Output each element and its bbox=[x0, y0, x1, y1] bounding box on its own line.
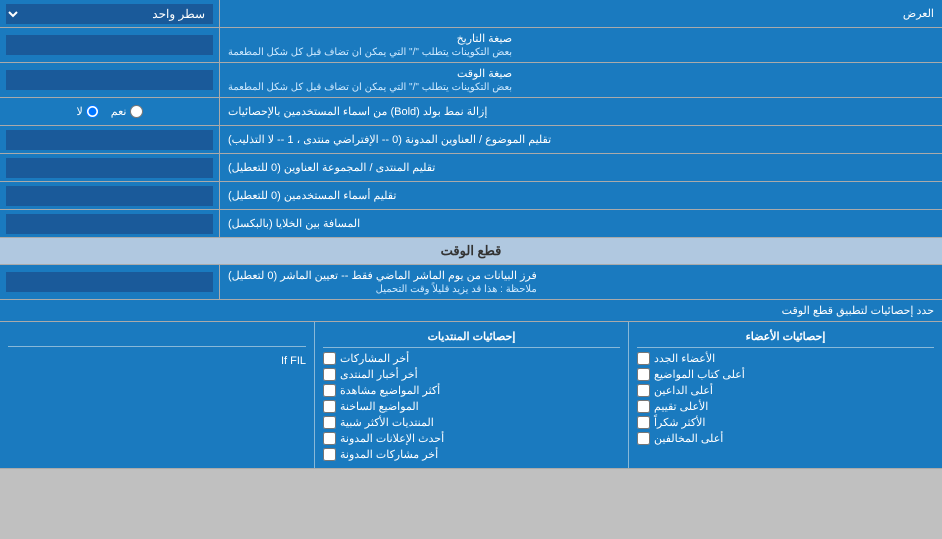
date-format-row: صيغة التاريخ بعض التكوينات يتطلب "/" الت… bbox=[0, 28, 942, 63]
radio-yes-label: نعم bbox=[111, 105, 143, 118]
cb-last-news: أخر أخبار المنتدى bbox=[323, 368, 620, 381]
cb-top-rated: الأعلى تقييم bbox=[637, 400, 934, 413]
subject-title-row: تقليم الموضوع / العناوين المدونة (0 -- ا… bbox=[0, 126, 942, 154]
cutoff-input-container: 0 bbox=[0, 265, 220, 299]
display-label: العرض bbox=[220, 0, 942, 27]
time-format-input-container: H:i bbox=[0, 63, 220, 97]
cb-hot-topics: المواضيع الساخنة bbox=[323, 400, 620, 413]
date-format-input-container: d-m bbox=[0, 28, 220, 62]
forum-title-label: تقليم المنتدى / المجموعة العناوين (0 للت… bbox=[220, 154, 942, 181]
cb-most-similar-forums: المنتديات الأكثر شبية bbox=[323, 416, 620, 429]
cb-most-viewed-check[interactable] bbox=[323, 384, 336, 397]
cb-most-viewed: أكثر المواضيع مشاهدة bbox=[323, 384, 620, 397]
cb-top-inviters: أعلى الداعين bbox=[637, 384, 934, 397]
cb-last-news-check[interactable] bbox=[323, 368, 336, 381]
cell-spacing-input-container: 2 bbox=[0, 210, 220, 237]
col-members-header: إحصائيات الأعضاء bbox=[637, 326, 934, 348]
bold-stats-radio-group: نعم لا bbox=[69, 105, 151, 118]
radio-no[interactable] bbox=[86, 105, 99, 118]
define-row: حدد إحصائيات لتطبيق قطع الوقت bbox=[0, 300, 942, 322]
bold-stats-label: إزالة نمط بولد (Bold) من اسماء المستخدمي… bbox=[220, 98, 942, 125]
cb-latest-blog-announcements-check[interactable] bbox=[323, 432, 336, 445]
time-format-label: صيغة الوقت بعض التكوينات يتطلب "/" التي … bbox=[220, 63, 942, 97]
subject-title-input[interactable]: 33 bbox=[6, 130, 213, 150]
cb-last-blog-posts: أخر مشاركات المدونة bbox=[323, 448, 620, 461]
cell-spacing-label: المسافة بين الخلايا (بالبكسل) bbox=[220, 210, 942, 237]
user-names-input[interactable]: 0 bbox=[6, 186, 213, 206]
cb-last-posts: أخر المشاركات bbox=[323, 352, 620, 365]
cb-most-thanked-check[interactable] bbox=[637, 416, 650, 429]
cb-latest-blog-announcements: أحدث الإعلانات المدونة bbox=[323, 432, 620, 445]
forum-title-row: تقليم المنتدى / المجموعة العناوين (0 للت… bbox=[0, 154, 942, 182]
cutoff-row-label: فرز البيانات من يوم الماشر الماضي فقط --… bbox=[220, 265, 942, 299]
cell-spacing-row: المسافة بين الخلايا (بالبكسل) 2 bbox=[0, 210, 942, 238]
cb-top-violators: أعلى المخالفين bbox=[637, 432, 934, 445]
cb-last-blog-posts-check[interactable] bbox=[323, 448, 336, 461]
col-extra: If FIL bbox=[0, 322, 314, 468]
cb-most-thanked: الأكثر شكراً bbox=[637, 416, 934, 429]
cell-spacing-input[interactable]: 2 bbox=[6, 214, 213, 234]
cb-top-violators-check[interactable] bbox=[637, 432, 650, 445]
cb-last-posts-check[interactable] bbox=[323, 352, 336, 365]
cutoff-input[interactable]: 0 bbox=[6, 272, 213, 292]
cutoff-row: فرز البيانات من يوم الماشر الماضي فقط --… bbox=[0, 265, 942, 300]
user-names-input-container: 0 bbox=[0, 182, 220, 209]
cb-new-members-check[interactable] bbox=[637, 352, 650, 365]
cb-top-inviters-check[interactable] bbox=[637, 384, 650, 397]
date-format-input[interactable]: d-m bbox=[6, 35, 213, 55]
user-names-label: تقليم أسماء المستخدمين (0 للتعطيل) bbox=[220, 182, 942, 209]
bold-stats-input-container: نعم لا bbox=[0, 98, 220, 125]
cb-top-topic-writers: أعلى كتاب المواضيع bbox=[637, 368, 934, 381]
subject-title-label: تقليم الموضوع / العناوين المدونة (0 -- ا… bbox=[220, 126, 942, 153]
time-format-row: صيغة الوقت بعض التكوينات يتطلب "/" التي … bbox=[0, 63, 942, 98]
time-format-input[interactable]: H:i bbox=[6, 70, 213, 90]
checkboxes-grid: إحصائيات الأعضاء الأعضاء الجدد أعلى كتاب… bbox=[0, 322, 942, 469]
forum-title-input[interactable]: 33 bbox=[6, 158, 213, 178]
subject-title-input-container: 33 bbox=[0, 126, 220, 153]
col-members: إحصائيات الأعضاء الأعضاء الجدد أعلى كتاب… bbox=[628, 322, 942, 468]
cb-new-members: الأعضاء الجدد bbox=[637, 352, 934, 365]
col-forums-header: إحصائيات المنتديات bbox=[323, 326, 620, 348]
display-select-container: سطر واحد سطران ثلاثة أسطر bbox=[0, 0, 220, 27]
cutoff-section-header: قطع الوقت bbox=[0, 238, 942, 265]
forum-title-input-container: 33 bbox=[0, 154, 220, 181]
date-format-label: صيغة التاريخ بعض التكوينات يتطلب "/" الت… bbox=[220, 28, 942, 62]
if-fil-label: If FIL bbox=[8, 351, 306, 371]
radio-yes[interactable] bbox=[130, 105, 143, 118]
bold-stats-row: إزالة نمط بولد (Bold) من اسماء المستخدمي… bbox=[0, 98, 942, 126]
cb-top-rated-check[interactable] bbox=[637, 400, 650, 413]
radio-no-label: لا bbox=[77, 105, 99, 118]
user-names-row: تقليم أسماء المستخدمين (0 للتعطيل) 0 bbox=[0, 182, 942, 210]
col-extra-header bbox=[8, 326, 306, 347]
display-select[interactable]: سطر واحد سطران ثلاثة أسطر bbox=[6, 4, 213, 24]
cb-top-topic-writers-check[interactable] bbox=[637, 368, 650, 381]
col-forums: إحصائيات المنتديات أخر المشاركات أخر أخب… bbox=[314, 322, 628, 468]
cb-hot-topics-check[interactable] bbox=[323, 400, 336, 413]
cb-most-similar-forums-check[interactable] bbox=[323, 416, 336, 429]
